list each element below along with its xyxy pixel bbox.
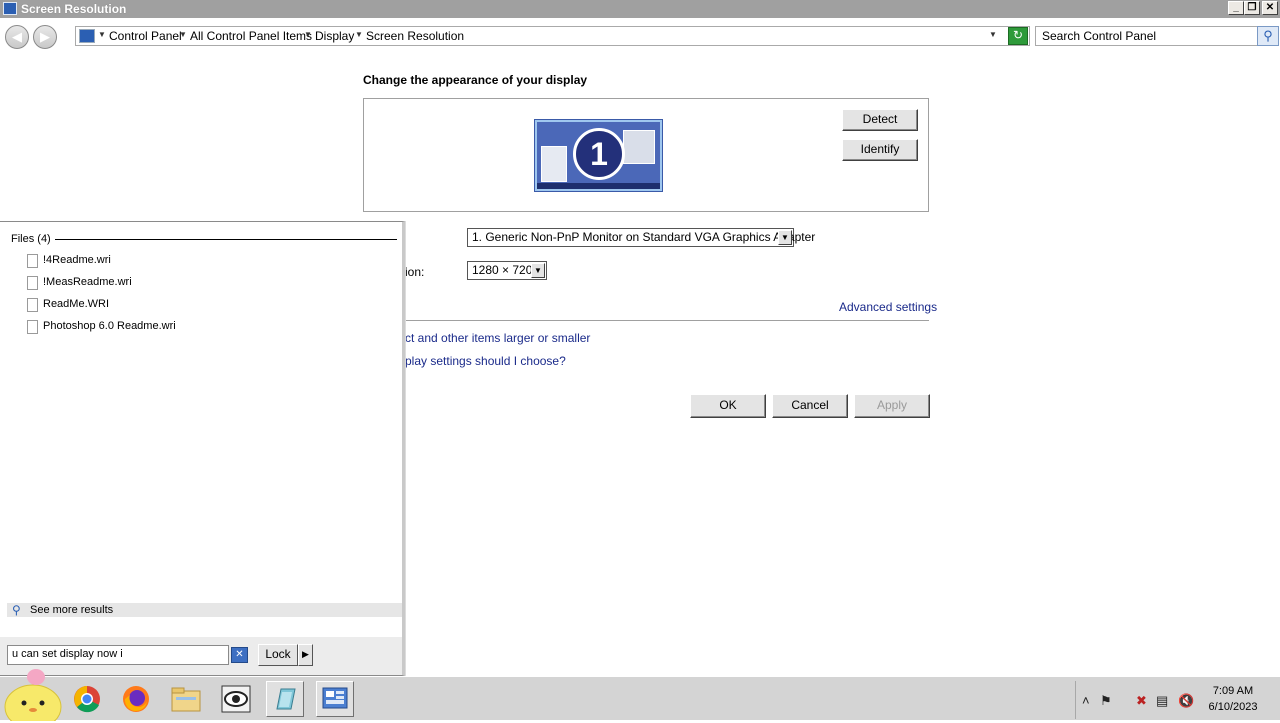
firefox-icon[interactable] <box>117 681 155 717</box>
action-center-flag-icon[interactable]: ⚑ <box>1100 693 1112 709</box>
clear-search-icon[interactable]: ✕ <box>231 647 248 663</box>
divider <box>363 320 929 321</box>
file-name: !MeasReadme.wri <box>43 276 132 288</box>
list-item[interactable]: ReadMe.WRI <box>27 296 357 314</box>
which-settings-link[interactable]: play settings should I choose? <box>405 354 566 368</box>
close-button[interactable]: ✕ <box>1262 1 1278 15</box>
start-menu-search-results: Files (4) !4Readme.wri !MeasReadme.wri R… <box>0 221 405 676</box>
display-select[interactable]: 1. Generic Non-PnP Monitor on Standard V… <box>467 228 815 247</box>
preview-window <box>541 146 567 182</box>
apply-button[interactable]: Apply <box>854 394 930 418</box>
make-text-larger-link[interactable]: ct and other items larger or smaller <box>405 331 590 345</box>
cancel-button[interactable]: Cancel <box>772 394 848 418</box>
control-panel-icon[interactable] <box>316 681 354 717</box>
file-icon <box>27 298 38 312</box>
show-hidden-icons-icon[interactable]: ˄ <box>1082 693 1090 708</box>
identify-button[interactable]: Identify <box>842 139 918 161</box>
file-icon <box>27 254 38 268</box>
breadcrumb-control-panel[interactable]: Control Panel <box>109 29 182 43</box>
back-button[interactable]: ◀ <box>5 25 29 49</box>
files-group-header: Files (4) <box>11 233 51 245</box>
chrome-icon[interactable] <box>68 681 106 717</box>
restore-button[interactable]: ❐ <box>1244 1 1260 15</box>
file-icon <box>27 276 38 290</box>
navigation-bar: ◀ ▶ ▼ Control Panel ▼ All Control Panel … <box>0 18 1280 54</box>
lock-options-arrow[interactable]: ▶ <box>298 644 313 666</box>
see-more-label: See more results <box>30 604 114 616</box>
search-input[interactable]: Search Control Panel <box>1035 26 1259 46</box>
monitor-number: 1 <box>573 128 625 180</box>
minimize-button[interactable]: _ <box>1228 1 1244 15</box>
chevron-down-icon[interactable]: ▼ <box>355 30 363 39</box>
display-select-value: 1. Generic Non-PnP Monitor on Standard V… <box>472 230 816 244</box>
title-bar: Screen Resolution _ ❐ ✕ <box>0 0 1280 18</box>
file-name: !4Readme.wri <box>43 254 111 266</box>
search-icon: ⚲ <box>12 603 21 617</box>
taskbar: ˄ ⚑ ✖ ▤ 🔇 <box>0 669 1280 721</box>
search-icon[interactable]: ⚲ <box>1257 26 1279 46</box>
file-name: Photoshop 6.0 Readme.wri <box>43 320 176 332</box>
list-item[interactable]: !MeasReadme.wri <box>27 274 357 292</box>
breadcrumb-display[interactable]: Display <box>315 29 354 43</box>
preview-taskbar <box>537 183 660 189</box>
ok-button[interactable]: OK <box>690 394 766 418</box>
list-item[interactable]: !4Readme.wri <box>27 252 357 270</box>
page-title: Change the appearance of your display <box>363 73 588 87</box>
chevron-down-icon[interactable]: ▼ <box>98 30 106 39</box>
breadcrumb-screen-resolution[interactable]: Screen Resolution <box>366 29 464 43</box>
address-box[interactable]: ▼ Control Panel ▼ All Control Panel Item… <box>75 26 1030 46</box>
chevron-down-icon[interactable]: ▼ <box>531 263 545 278</box>
eye-app-icon[interactable] <box>217 681 255 717</box>
file-explorer-icon[interactable] <box>167 681 205 717</box>
volume-muted-icon[interactable]: 🔇 <box>1178 693 1194 709</box>
start-button[interactable] <box>0 663 62 721</box>
chevron-down-icon[interactable]: ▼ <box>304 30 312 39</box>
resolution-select[interactable]: 1280 × 720 ▼ <box>467 261 547 280</box>
resolution-select-value: 1280 × 720 <box>472 263 533 277</box>
clock-time: 7:09 AM <box>1212 685 1254 697</box>
taskbar-clock[interactable]: 7:09 AM 6/10/2023 <box>1198 683 1268 715</box>
clock-date: 6/10/2023 <box>1208 701 1258 713</box>
chevron-down-icon[interactable]: ▼ <box>778 230 792 245</box>
divider <box>55 239 397 240</box>
address-dropdown-icon[interactable]: ▼ <box>989 30 997 39</box>
list-item[interactable]: Photoshop 6.0 Readme.wri <box>27 318 357 336</box>
notepad-icon[interactable] <box>266 681 304 717</box>
file-icon <box>27 320 38 334</box>
chevron-down-icon[interactable]: ▼ <box>179 30 187 39</box>
detect-button[interactable]: Detect <box>842 109 918 131</box>
preview-window <box>623 130 655 164</box>
start-search-input[interactable]: u can set display now i <box>7 645 229 665</box>
monitor-preview-panel: 1 Detect Identify <box>363 98 929 212</box>
breadcrumb-all-items[interactable]: All Control Panel Items <box>190 29 312 43</box>
display-app-icon <box>3 2 17 15</box>
advanced-settings-link[interactable]: Advanced settings <box>839 300 937 314</box>
refresh-icon[interactable]: ↻ <box>1008 27 1028 45</box>
resolution-label: ion: <box>405 265 425 279</box>
network-error-icon[interactable]: ✖ <box>1136 693 1147 709</box>
lock-button[interactable]: Lock <box>258 644 298 666</box>
monitor-1-preview[interactable]: 1 <box>535 120 662 191</box>
control-panel-icon <box>79 29 95 43</box>
see-more-results[interactable]: ⚲ See more results <box>7 603 402 617</box>
network-icon[interactable]: ▤ <box>1156 693 1168 709</box>
file-name: ReadMe.WRI <box>43 298 110 310</box>
window-title: Screen Resolution <box>21 2 127 16</box>
forward-button[interactable]: ▶ <box>33 25 57 49</box>
